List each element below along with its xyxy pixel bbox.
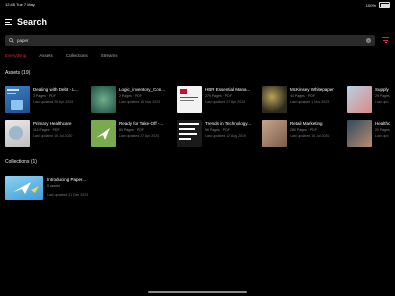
- home-indicator: [148, 291, 247, 293]
- battery-icon: [379, 2, 390, 8]
- asset-thumbnail: [347, 120, 372, 147]
- asset-meta: 29 Pages: [375, 94, 390, 98]
- asset-updated: Last upd: [375, 100, 389, 104]
- tab-assets[interactable]: Assets: [39, 53, 53, 58]
- asset-meta: 80 Pages · PDF: [119, 128, 144, 132]
- asset-name: Trends in Technology...: [205, 121, 251, 126]
- asset-thumbnail: [91, 120, 116, 147]
- asset-meta: 280 Pages · PDF: [290, 128, 317, 132]
- search-input[interactable]: paper: [17, 38, 366, 43]
- asset-thumbnail: [5, 120, 30, 147]
- asset-meta: 96 Pages · PDF: [205, 128, 230, 132]
- tab-streams[interactable]: Streams: [101, 53, 118, 58]
- asset-name: Retail Marketing: [290, 121, 323, 126]
- asset-thumbnail: [262, 120, 287, 147]
- tab-collections[interactable]: Collections: [66, 53, 88, 58]
- asset-card[interactable]: Supply 29 Pages Last upd: [347, 86, 395, 116]
- search-bar[interactable]: paper ×: [5, 35, 375, 46]
- filter-icon[interactable]: [382, 37, 389, 43]
- asset-thumbnail: [262, 86, 287, 113]
- asset-card[interactable]: Healthc 20 Pages Last upd: [347, 120, 395, 150]
- asset-thumbnail: [5, 86, 30, 113]
- asset-updated: Last updated 26 Apr 2024: [33, 100, 74, 104]
- asset-card[interactable]: Primary Healthcare 114 Pages · PDF Last …: [5, 120, 91, 150]
- asset-updated: Last updated 16 Jul 2020: [290, 134, 330, 138]
- asset-meta: 20 Pages: [375, 128, 390, 132]
- asset-meta: 2 Pages · PDF: [119, 94, 142, 98]
- menu-icon[interactable]: [5, 19, 12, 25]
- asset-name: Primary Healthcare: [33, 121, 72, 126]
- asset-thumbnail: [91, 86, 116, 113]
- asset-card[interactable]: Ready for Take-Off -... 80 Pages · PDF L…: [91, 120, 177, 150]
- status-bar: 12:45 Tue 7 May 100%: [0, 0, 395, 9]
- collection-meta: 5 assets: [47, 184, 61, 188]
- clear-search-icon[interactable]: ×: [366, 38, 371, 43]
- asset-name: HBR Essential Mana...: [205, 87, 251, 92]
- header: Search: [5, 17, 47, 27]
- asset-name: McKinsey Whitepaper: [290, 87, 334, 92]
- asset-card[interactable]: McKinsey Whitepaper 44 Pages · PDF Last …: [262, 86, 348, 116]
- filter-tabs: Everything Assets Collections Streams: [5, 53, 118, 58]
- asset-thumbnail: [177, 86, 202, 113]
- asset-card[interactable]: Retail Marketing 280 Pages · PDF Last up…: [262, 120, 348, 150]
- status-right: 100%: [366, 2, 390, 8]
- asset-card[interactable]: Dealing with Debt - L... 3 Pages · PDF L…: [5, 86, 91, 116]
- asset-updated: Last updated 1 Nov 2023: [290, 100, 330, 104]
- collection-card[interactable]: Introducing Paper... 5 assets Last updat…: [5, 176, 100, 206]
- assets-heading: Assets (19): [5, 70, 31, 76]
- asset-meta: 44 Pages · PDF: [290, 94, 315, 98]
- asset-name: Supply: [375, 87, 389, 92]
- asset-thumbnail: [177, 120, 202, 147]
- asset-name: Dealing with Debt - L...: [33, 87, 79, 92]
- asset-name: Logic_inventory_Con...: [119, 87, 166, 92]
- battery-percent: 100%: [365, 2, 376, 8]
- asset-name: Ready for Take-Off -...: [119, 121, 164, 126]
- tab-everything[interactable]: Everything: [5, 53, 26, 58]
- asset-card[interactable]: Trends in Technology... 96 Pages · PDF L…: [177, 120, 263, 150]
- asset-meta: 3 Pages · PDF: [33, 94, 56, 98]
- collections-heading: Collections (1): [5, 159, 37, 165]
- page-title: Search: [17, 17, 48, 27]
- asset-name: Healthc: [375, 121, 391, 126]
- asset-updated: Last updated 16 Nov 2023: [119, 100, 161, 104]
- collection-updated: Last updated 21 Dec 2023: [47, 193, 89, 197]
- asset-updated: Last updated 27 Apr 2024: [119, 134, 160, 138]
- search-icon: [9, 38, 14, 43]
- asset-thumbnail: [347, 86, 372, 113]
- collection-name: Introducing Paper...: [47, 177, 87, 182]
- asset-updated: Last updated 27 Apr 2024: [205, 100, 246, 104]
- asset-card[interactable]: Logic_inventory_Con... 2 Pages · PDF Las…: [91, 86, 177, 116]
- asset-meta: 114 Pages · PDF: [33, 128, 60, 132]
- collection-thumbnail: [5, 176, 43, 200]
- asset-updated: Last upd: [375, 134, 389, 138]
- status-time: 12:45 Tue 7 May: [5, 2, 35, 7]
- asset-updated: Last updated 16 Jul 2020: [33, 134, 73, 138]
- asset-card[interactable]: HBR Essential Mana... 279 Pages · PDF La…: [177, 86, 263, 116]
- asset-updated: Last updated 12 Aug 2019: [205, 134, 246, 138]
- asset-meta: 279 Pages · PDF: [205, 94, 232, 98]
